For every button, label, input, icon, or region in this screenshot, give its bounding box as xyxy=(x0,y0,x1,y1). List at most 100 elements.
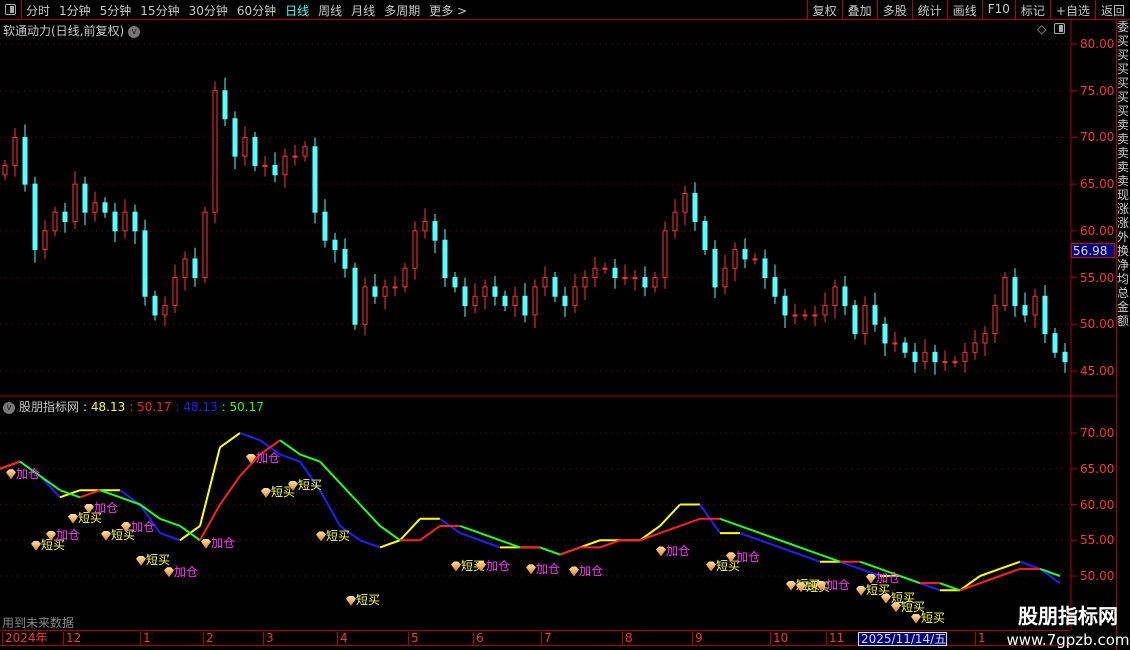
price-tick-label: 70.00 xyxy=(1080,130,1115,145)
indicator-line-fast xyxy=(639,525,661,542)
candle xyxy=(542,266,548,297)
indicator-line-fast xyxy=(659,503,681,527)
candle xyxy=(402,262,408,293)
signal-marker: 加仓 xyxy=(866,572,900,584)
price-tick-label: 75.00 xyxy=(1080,83,1115,98)
signal-label: 加仓 xyxy=(56,528,81,543)
candle xyxy=(1012,268,1018,317)
price-tick-label: 55.00 xyxy=(1080,270,1115,285)
signal-label: 短买 xyxy=(356,593,381,608)
candle xyxy=(952,356,958,368)
indicator-line-slow xyxy=(999,567,1021,577)
candle xyxy=(382,279,388,310)
candle xyxy=(362,277,368,336)
signal-label: 加仓 xyxy=(131,519,156,534)
indicator-line-slow xyxy=(99,489,121,499)
diamond-icon xyxy=(136,555,146,566)
indicator-line-slow xyxy=(359,503,381,527)
indicator-line-slow xyxy=(79,489,101,499)
indicator-line-slow xyxy=(279,439,301,456)
candle xyxy=(982,326,988,357)
indicator-line-slow xyxy=(319,460,341,484)
candle xyxy=(32,176,38,263)
signal-marker: 短买 xyxy=(346,594,380,606)
watermark-name: 股朋指标网 xyxy=(1018,604,1118,628)
signal-marker: 加仓 xyxy=(164,566,198,578)
candle xyxy=(892,331,898,353)
date-label: 2 xyxy=(203,632,214,646)
diamond-icon xyxy=(68,513,78,524)
candle xyxy=(882,316,888,357)
signal-marker: 加仓 xyxy=(569,565,603,577)
indicator-line-fast xyxy=(1019,560,1041,570)
candle xyxy=(942,350,948,372)
indicator-line-fast xyxy=(459,532,481,542)
chevron-down-icon[interactable]: v xyxy=(3,401,15,414)
signal-marker: 短买 xyxy=(911,612,945,624)
signal-marker: 加仓 xyxy=(476,560,510,572)
candle xyxy=(752,253,758,265)
indicator-line-fast xyxy=(199,447,221,527)
watermark: 股朋指标网 www.7gpzb.com xyxy=(1006,600,1130,649)
candle xyxy=(642,266,648,297)
indicator-value: : 48.13 xyxy=(83,400,126,414)
signal-label: 加仓 xyxy=(256,451,281,466)
candle xyxy=(922,339,928,370)
candle xyxy=(672,199,678,239)
future-data-note: 用到未来数据 xyxy=(2,616,75,630)
candle xyxy=(842,275,848,315)
indicator-line-slow xyxy=(559,546,581,556)
signal-label: 加仓 xyxy=(736,549,761,564)
candle xyxy=(102,197,108,218)
date-label: 7 xyxy=(541,632,552,646)
date-label: 2025/11/14/五 xyxy=(858,632,948,646)
indicator-line-slow xyxy=(199,504,221,541)
indicator-line-slow xyxy=(379,525,401,542)
candle xyxy=(602,262,608,274)
candle xyxy=(302,141,308,162)
price-tick-label: 65.00 xyxy=(1080,177,1115,192)
candle xyxy=(442,228,448,287)
diamond-icon xyxy=(796,582,806,593)
candle xyxy=(82,176,88,226)
candle xyxy=(422,208,428,239)
candle xyxy=(22,124,28,192)
candle xyxy=(292,144,298,166)
candle xyxy=(812,305,818,327)
candle xyxy=(162,296,168,327)
candle xyxy=(432,214,438,254)
candle xyxy=(52,206,58,237)
indicator-line-slow xyxy=(939,582,961,592)
candle xyxy=(692,182,698,231)
date-label: 8 xyxy=(622,632,633,646)
indicator-title: v 股朋指标网: 48.13: 50.17: 48.13: 50.17 xyxy=(3,398,264,415)
signal-marker: 短买 xyxy=(288,479,322,491)
indicator-line-slow xyxy=(679,517,701,527)
candle xyxy=(962,342,968,373)
indicator-line-fast xyxy=(479,539,501,549)
candle xyxy=(792,303,798,325)
indicator-line-fast xyxy=(919,582,941,592)
candle xyxy=(572,273,578,314)
candle xyxy=(762,249,768,289)
indicator-line-slow xyxy=(719,517,741,527)
candle xyxy=(632,270,638,291)
diamond-icon xyxy=(526,564,536,575)
candle xyxy=(1032,288,1038,329)
date-label: 5 xyxy=(408,632,419,646)
indicator-line-slow xyxy=(139,503,161,520)
signal-label: 短买 xyxy=(921,611,946,626)
candle xyxy=(552,271,558,302)
candle xyxy=(42,219,48,259)
diamond-icon xyxy=(881,593,891,604)
signal-label: 加仓 xyxy=(826,578,851,593)
diamond-icon xyxy=(856,585,866,596)
diamond-icon xyxy=(121,522,131,533)
candle xyxy=(222,77,228,127)
candle xyxy=(482,279,488,310)
indicator-line-slow xyxy=(219,475,241,506)
indicator-tick-label: 50.00 xyxy=(1080,569,1115,583)
candle xyxy=(522,283,528,323)
indicator-line-fast xyxy=(379,539,401,549)
candle xyxy=(142,219,148,306)
